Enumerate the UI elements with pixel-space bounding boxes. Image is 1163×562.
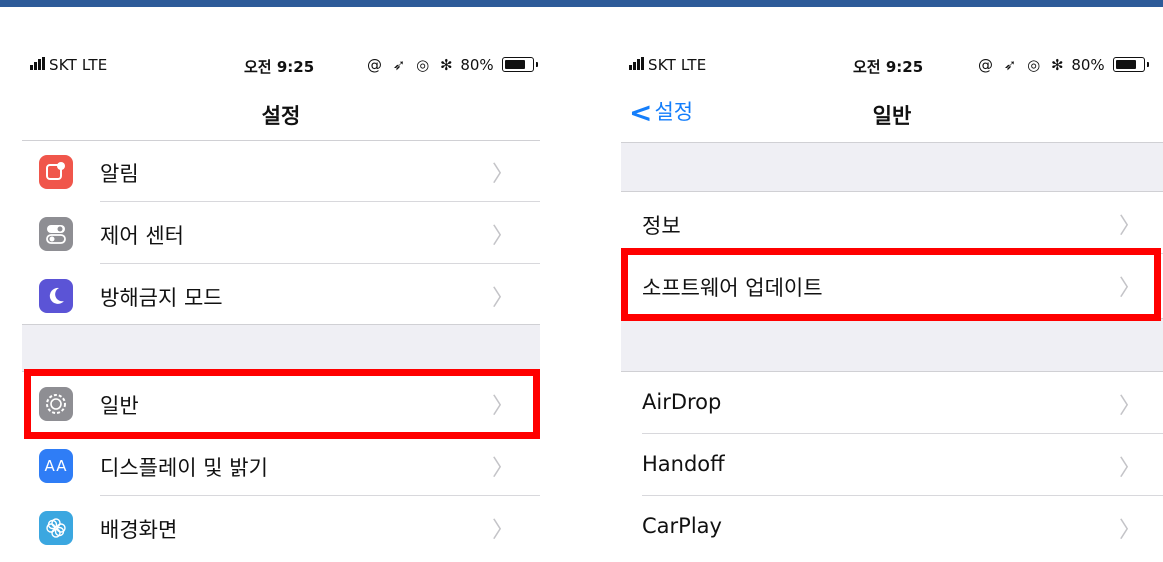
row-label: 디스플레이 및 밝기 xyxy=(100,456,268,480)
general-row-carplay[interactable]: CarPlay 〉 xyxy=(621,496,1163,558)
highlight-box-general xyxy=(24,369,540,439)
control-center-icon xyxy=(39,217,73,251)
settings-row-control-center[interactable]: 제어 센터 〉 xyxy=(22,202,540,264)
row-label: 제어 센터 xyxy=(100,224,184,248)
chevron-right-icon: 〉 xyxy=(1118,456,1141,481)
section-spacer xyxy=(621,318,1163,372)
settings-row-notifications[interactable]: 알림 〉 xyxy=(22,140,540,202)
chevron-right-icon: 〉 xyxy=(491,224,514,249)
chevron-right-icon: 〉 xyxy=(1118,214,1141,239)
section-spacer xyxy=(621,142,1163,192)
status-bar: SKT LTE 오전 9:25 @ ➶ ◎ ✻ 80% xyxy=(621,54,1163,80)
row-label: 알림 xyxy=(100,162,139,186)
chevron-right-icon: 〉 xyxy=(1118,394,1141,419)
row-label: Handoff xyxy=(642,452,725,476)
status-bar: SKT LTE 오전 9:25 @ ➶ ◎ ✻ 80% xyxy=(22,54,540,80)
settings-row-wallpaper[interactable]: 배경화면 〉 xyxy=(22,496,540,558)
status-icons: @ ➶ ◎ ✻ xyxy=(978,56,1067,74)
status-right: @ ➶ ◎ ✻ 80% xyxy=(367,56,539,74)
battery-icon xyxy=(502,57,539,72)
battery-icon xyxy=(1113,57,1150,72)
signal-icon xyxy=(629,56,645,74)
carrier-label: SKT LTE xyxy=(629,56,706,74)
top-accent-bar xyxy=(0,0,1163,7)
wallpaper-icon xyxy=(39,511,73,545)
notifications-icon xyxy=(39,155,73,189)
chevron-right-icon: 〉 xyxy=(491,518,514,543)
status-time: 오전 9:25 xyxy=(244,58,315,76)
settings-row-do-not-disturb[interactable]: 방해금지 모드 〉 xyxy=(22,264,540,326)
general-row-about[interactable]: 정보 〉 xyxy=(621,192,1163,254)
chevron-right-icon: 〉 xyxy=(491,456,514,481)
general-row-airdrop[interactable]: AirDrop 〉 xyxy=(621,372,1163,434)
chevron-right-icon: 〉 xyxy=(491,162,514,187)
row-label: AirDrop xyxy=(642,390,722,414)
settings-row-display-brightness[interactable]: AA 디스플레이 및 밝기 〉 xyxy=(22,434,540,496)
display-brightness-icon: AA xyxy=(39,449,73,483)
battery-percent: 80% xyxy=(460,56,494,74)
row-label: 배경화면 xyxy=(100,518,178,542)
general-row-handoff[interactable]: Handoff 〉 xyxy=(621,434,1163,496)
page-title: 일반 xyxy=(872,104,912,128)
chevron-right-icon: 〉 xyxy=(491,286,514,311)
moon-icon xyxy=(39,279,73,313)
page-title: 설정 xyxy=(261,104,301,128)
highlight-box-software-update xyxy=(621,248,1161,321)
row-label: 방해금지 모드 xyxy=(100,286,223,310)
signal-icon xyxy=(30,56,46,74)
status-time: 오전 9:25 xyxy=(853,58,924,76)
battery-percent: 80% xyxy=(1071,56,1105,74)
row-label: CarPlay xyxy=(642,514,722,538)
chevron-right-icon: 〉 xyxy=(1118,518,1141,543)
general-screen: SKT LTE 오전 9:25 @ ➶ ◎ ✻ 80% <설정 일반 정보 〉 … xyxy=(621,38,1163,562)
settings-screen: SKT LTE 오전 9:25 @ ➶ ◎ ✻ 80% 설정 알림 〉 제어 센… xyxy=(22,38,540,562)
status-right: @ ➶ ◎ ✻ 80% xyxy=(978,56,1150,74)
status-icons: @ ➶ ◎ ✻ xyxy=(367,56,456,74)
carrier-label: SKT LTE xyxy=(30,56,107,74)
section-spacer xyxy=(22,324,540,372)
row-label: 정보 xyxy=(642,214,681,238)
